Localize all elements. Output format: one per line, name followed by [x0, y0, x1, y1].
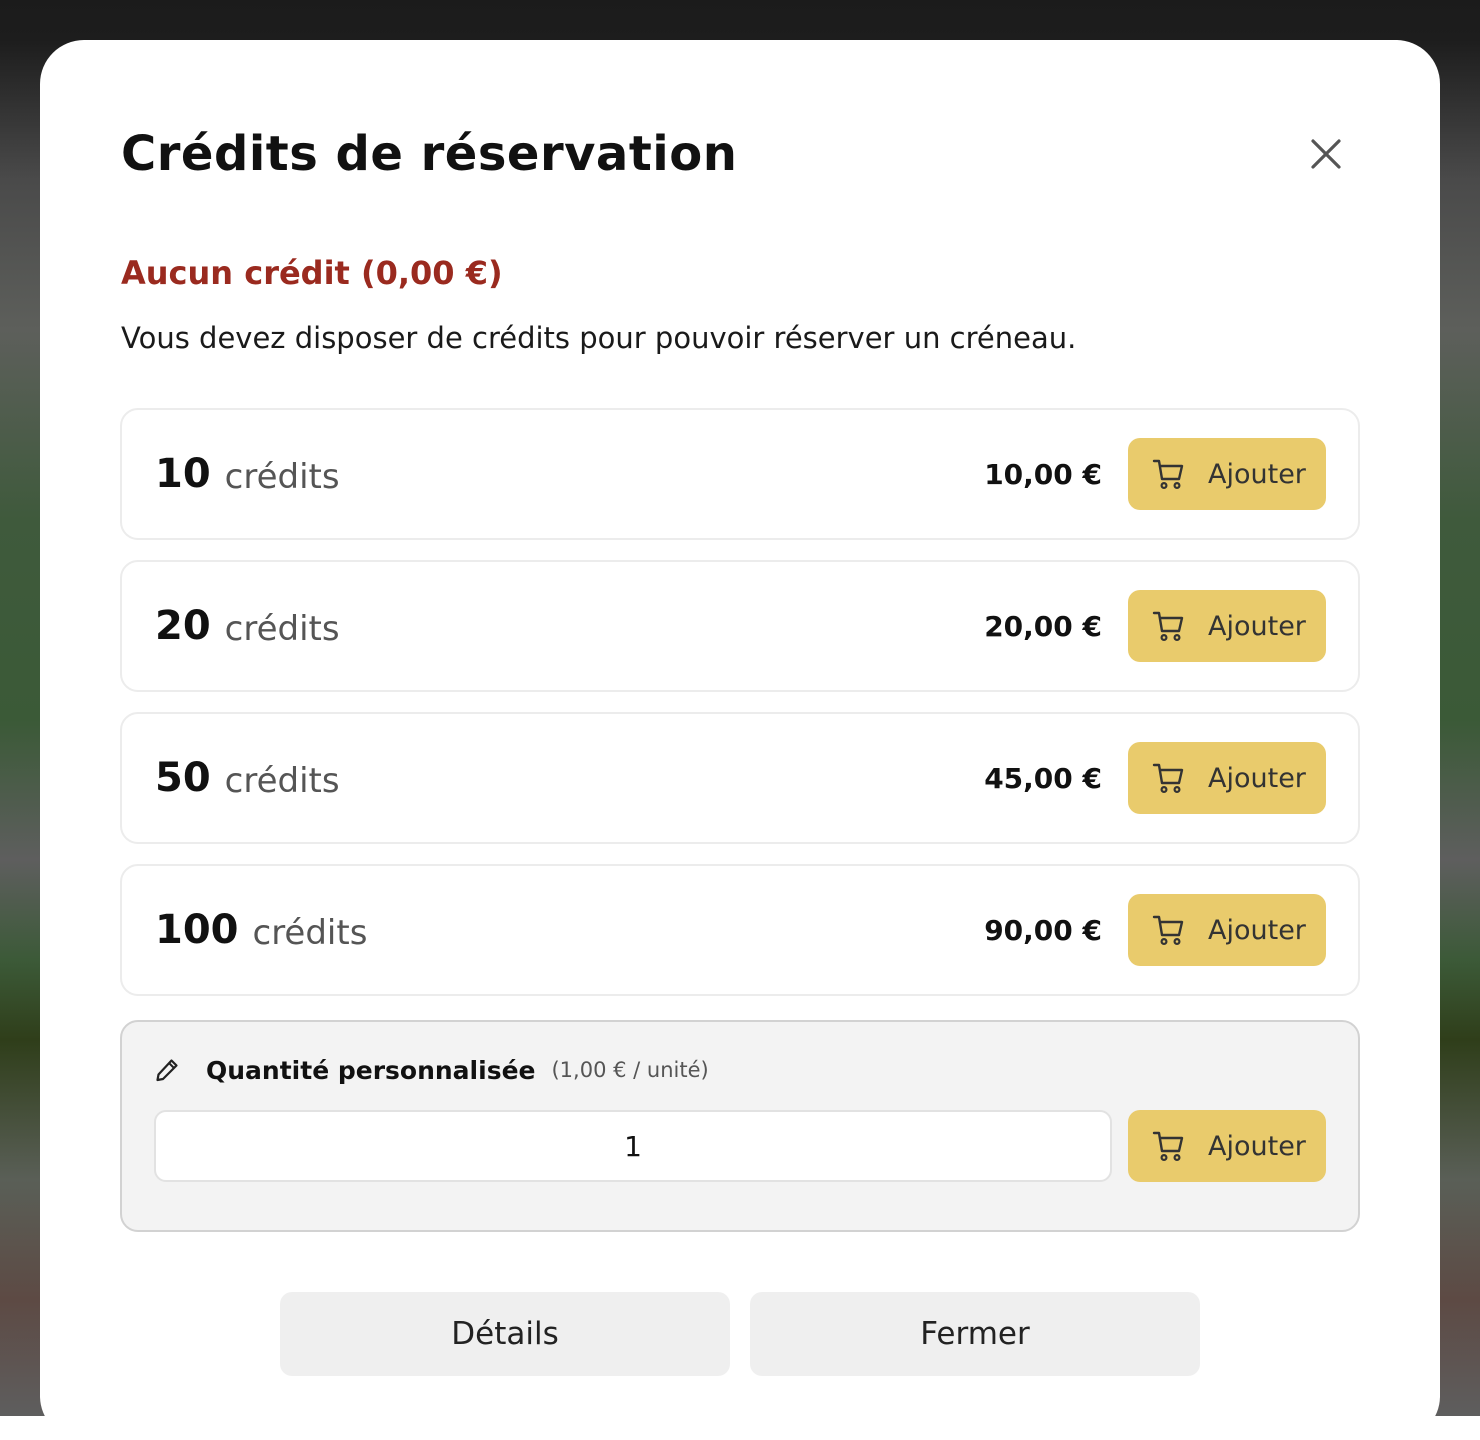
pack-price: 10,00 € — [984, 457, 1102, 491]
add-pack-20-button[interactable]: Ajouter — [1128, 590, 1326, 662]
cart-icon — [1152, 608, 1188, 644]
pack-price: 20,00 € — [984, 609, 1102, 643]
custom-quantity-rate: (1,00 € / unité) — [551, 1058, 709, 1082]
credit-pack-10: 10 crédits 10,00 € Ajouter — [120, 408, 1360, 540]
pack-quantity-unit: crédits — [252, 913, 368, 953]
cart-icon — [1152, 456, 1188, 492]
add-pack-50-button[interactable]: Ajouter — [1128, 742, 1326, 814]
add-button-label: Ajouter — [1208, 1130, 1306, 1162]
credits-required-notice: Vous devez disposer de crédits pour pouv… — [121, 321, 1077, 355]
credit-pack-20: 20 crédits 20,00 € Ajouter — [120, 560, 1360, 692]
pack-quantity-unit: crédits — [224, 457, 340, 497]
pack-quantity-number: 50 — [155, 755, 211, 801]
add-button-label: Ajouter — [1208, 458, 1306, 490]
add-pack-10-button[interactable]: Ajouter — [1128, 438, 1326, 510]
pack-quantity: 10 crédits — [155, 410, 340, 538]
custom-quantity-input[interactable] — [154, 1110, 1112, 1182]
pack-quantity-number: 10 — [155, 451, 211, 497]
pack-price: 90,00 € — [984, 913, 1102, 947]
custom-quantity-title: Quantité personnalisée — [206, 1055, 536, 1085]
credit-pack-50: 50 crédits 45,00 € Ajouter — [120, 712, 1360, 844]
pack-quantity: 50 crédits — [155, 714, 340, 842]
close-modal-button[interactable]: Fermer — [750, 1292, 1200, 1376]
credit-pack-100: 100 crédits 90,00 € Ajouter — [120, 864, 1360, 996]
pack-quantity-number: 100 — [155, 907, 239, 953]
pack-quantity: 100 crédits — [155, 866, 367, 994]
custom-quantity-panel: Quantité personnalisée (1,00 € / unité) … — [120, 1020, 1360, 1232]
modal-title: Crédits de réservation — [121, 126, 738, 182]
pack-quantity-unit: crédits — [224, 761, 340, 801]
add-custom-quantity-button[interactable]: Ajouter — [1128, 1110, 1326, 1182]
pack-price: 45,00 € — [984, 761, 1102, 795]
credits-modal: Crédits de réservation Aucun crédit (0,0… — [40, 40, 1440, 1440]
pencil-icon — [154, 1056, 182, 1084]
details-button[interactable]: Détails — [280, 1292, 730, 1376]
add-button-label: Ajouter — [1208, 610, 1306, 642]
cart-icon — [1152, 1128, 1188, 1164]
add-button-label: Ajouter — [1208, 914, 1306, 946]
pack-quantity-number: 20 — [155, 603, 211, 649]
cart-icon — [1152, 912, 1188, 948]
add-button-label: Ajouter — [1208, 762, 1306, 794]
close-button[interactable] — [1296, 128, 1356, 180]
pack-quantity-unit: crédits — [224, 609, 340, 649]
close-icon — [1310, 138, 1342, 170]
credit-balance: Aucun crédit (0,00 €) — [121, 254, 503, 292]
pack-quantity: 20 crédits — [155, 562, 340, 690]
add-pack-100-button[interactable]: Ajouter — [1128, 894, 1326, 966]
cart-icon — [1152, 760, 1188, 796]
custom-quantity-header: Quantité personnalisée (1,00 € / unité) — [154, 1052, 709, 1088]
